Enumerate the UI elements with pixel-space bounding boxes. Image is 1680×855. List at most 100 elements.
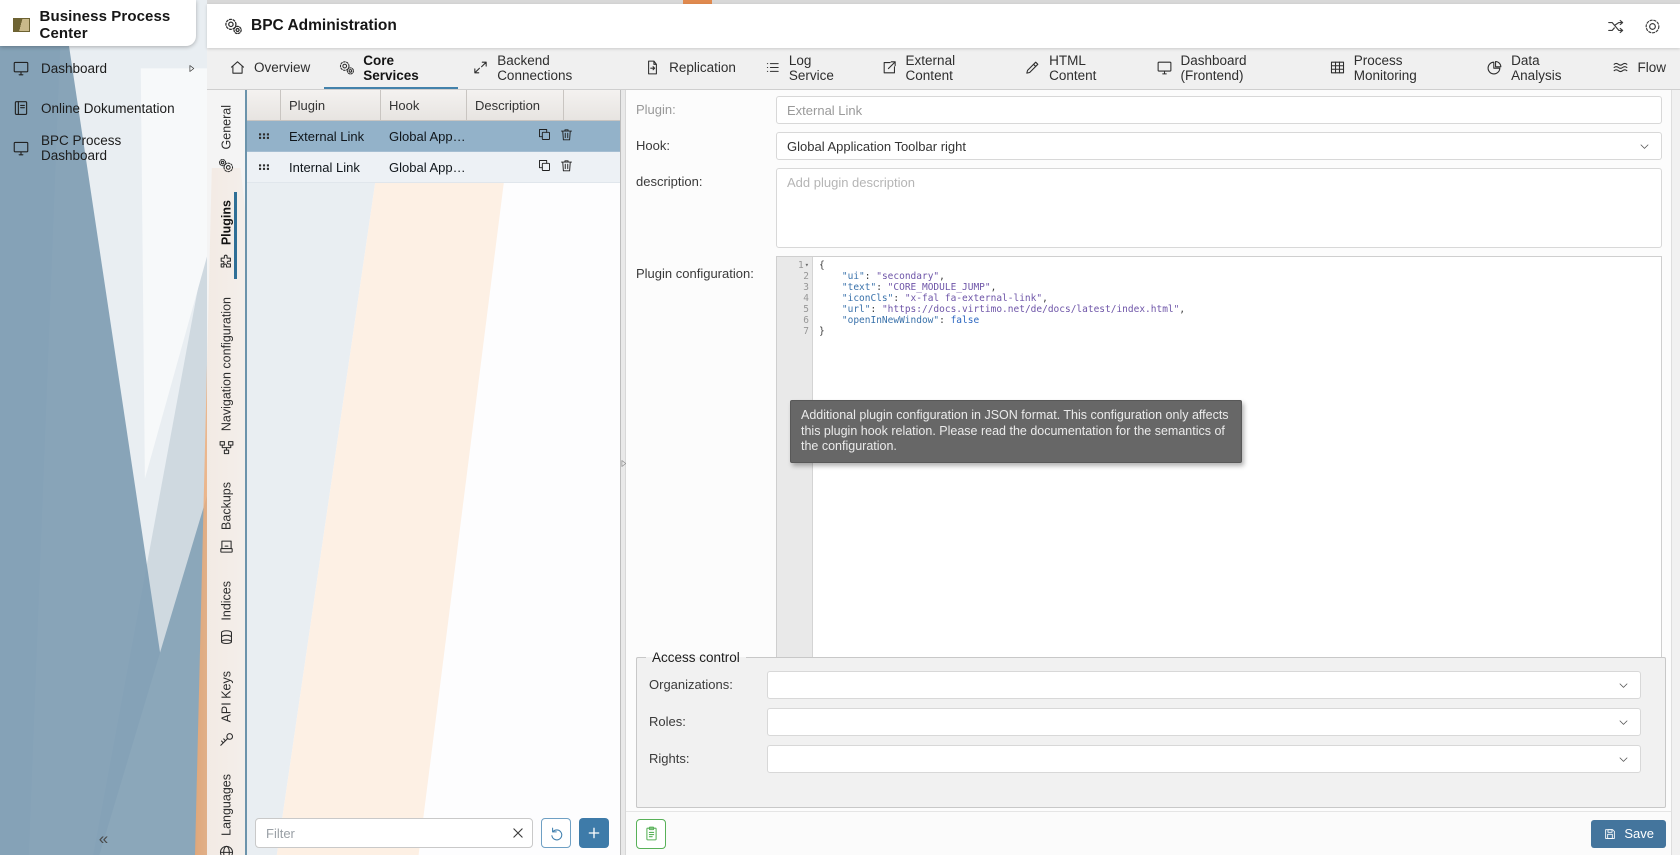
code-token: "ui"	[842, 271, 865, 282]
column-header-plugin[interactable]: Plugin	[281, 90, 381, 120]
chevron-down-icon	[1617, 753, 1630, 766]
sidebar: Business Process Center Dashboard Online …	[0, 0, 207, 855]
access-control-rows: Organizations:Roles:Rights:	[637, 671, 1665, 773]
column-header-handle[interactable]	[247, 90, 281, 120]
tab-backend-connections[interactable]: Backend Connections	[458, 48, 630, 89]
roles-select[interactable]	[767, 708, 1641, 736]
line-number: 4	[803, 293, 809, 304]
column-header-hook[interactable]: Hook	[381, 90, 467, 120]
table-row-external-link[interactable]: External LinkGlobal Appl…	[247, 121, 620, 152]
brand-logo	[13, 18, 30, 32]
tab-label: HTML Content	[1049, 53, 1127, 83]
tab-dashboard-frontend[interactable]: Dashboard (Frontend)	[1142, 48, 1315, 89]
sidebar-collapse-button[interactable]: «	[0, 829, 207, 849]
list-icon	[764, 59, 781, 76]
rights-select[interactable]	[767, 745, 1641, 773]
column-header-description[interactable]: Description	[467, 90, 564, 120]
copy-row-button[interactable]	[537, 127, 552, 145]
description-textarea[interactable]	[776, 168, 1662, 248]
tab-html-content[interactable]: HTML Content	[1010, 48, 1141, 89]
cogs-icon	[338, 59, 355, 76]
tab-label: Dashboard (Frontend)	[1181, 53, 1301, 83]
window-title-text: BPC Administration	[251, 17, 397, 35]
delete-row-button[interactable]	[559, 158, 574, 176]
plugins-table-panel: PluginHookDescription External LinkGloba…	[245, 90, 620, 855]
row-actions	[467, 158, 620, 176]
tab-label: Log Service	[789, 53, 853, 83]
tab-label: Backend Connections	[497, 53, 616, 83]
tab-log-service[interactable]: Log Service	[750, 48, 867, 89]
sidebar-item-online-dokumentation[interactable]: Online Dokumentation	[0, 88, 207, 128]
delete-row-button[interactable]	[559, 127, 574, 145]
side-tab-plugins[interactable]: Plugins	[218, 187, 235, 283]
code-token: "text"	[842, 282, 876, 293]
side-tab-indices[interactable]: Indices	[218, 568, 235, 659]
side-tab-backups[interactable]: Backups	[218, 469, 235, 568]
side-tab-strip: GeneralPluginsNavigation configurationBa…	[207, 90, 245, 855]
copy-icon	[537, 127, 552, 142]
tab-replication[interactable]: Replication	[630, 48, 750, 89]
config-field-label: Plugin configuration:	[636, 266, 754, 281]
side-tab-label: Languages	[219, 774, 233, 836]
plugin-name-field[interactable]	[776, 96, 1662, 124]
clear-filter-icon[interactable]	[509, 824, 527, 842]
save-button[interactable]: Save	[1591, 820, 1666, 848]
tab-external-content[interactable]: External Content	[867, 48, 1011, 89]
table-row-internal-link[interactable]: Internal LinkGlobal Appl…	[247, 152, 620, 183]
code-line: }	[819, 326, 1661, 337]
row-drag-handle[interactable]	[247, 159, 281, 175]
tab-core-services[interactable]: Core Services	[324, 48, 458, 89]
sidebar-item-dashboard[interactable]: Dashboard	[0, 48, 207, 88]
main-header: BPC Administration	[207, 4, 1680, 48]
description-field-label: description:	[636, 174, 702, 189]
tab-data-analysis[interactable]: Data Analysis	[1472, 48, 1598, 89]
copy-row-button[interactable]	[537, 158, 552, 176]
chevron-down-icon	[1617, 716, 1630, 729]
code-token: "secondary"	[876, 271, 939, 282]
code-token: "CORE_MODULE_JUMP"	[888, 282, 991, 293]
side-tab-general[interactable]: General	[218, 92, 235, 187]
code-token: :	[876, 282, 887, 293]
side-tab-languages[interactable]: Languages	[218, 761, 235, 855]
save-button-label: Save	[1624, 826, 1654, 841]
side-tab-api-keys[interactable]: API Keys	[218, 658, 235, 760]
code-line: {	[819, 260, 1661, 271]
plugin-field-label: Plugin:	[636, 102, 676, 117]
expand-icon	[472, 59, 489, 76]
vertical-scrollbar[interactable]	[1671, 90, 1680, 855]
refresh-button[interactable]	[541, 818, 571, 848]
access-control-legend: Access control	[646, 650, 746, 665]
pie-icon	[1486, 59, 1503, 76]
side-tab-inner: Indices	[218, 568, 235, 659]
globe-icon	[218, 844, 235, 855]
database-icon	[218, 628, 235, 645]
column-header-actions[interactable]	[564, 90, 620, 120]
add-plugin-button[interactable]	[579, 818, 609, 848]
fold-caret-icon[interactable]: ▾	[805, 260, 809, 271]
paste-config-button[interactable]	[636, 819, 666, 849]
tab-label: External Content	[906, 53, 997, 83]
side-tab-navigation-configuration[interactable]: Navigation configuration	[218, 284, 235, 469]
puzzle-icon	[218, 254, 235, 271]
sidebar-item-label: Dashboard	[41, 61, 107, 76]
chevron-down-icon	[1617, 679, 1630, 692]
sidebar-item-bpc-process-dashboard[interactable]: BPC Process Dashboard	[0, 128, 207, 168]
organizations-select[interactable]	[767, 671, 1641, 699]
app-root: Business Process Center Dashboard Online …	[0, 0, 1680, 855]
tab-process-monitoring[interactable]: Process Monitoring	[1315, 48, 1472, 89]
hook-select[interactable]: Global Application Toolbar right	[776, 132, 1662, 160]
tab-overview[interactable]: Overview	[215, 48, 324, 89]
shuffle-icon[interactable]	[1606, 17, 1625, 36]
tab-flow[interactable]: Flow	[1598, 48, 1680, 89]
save-icon	[1603, 827, 1617, 841]
brand-header: Business Process Center	[0, 0, 196, 46]
filter-input[interactable]	[255, 818, 533, 848]
row-drag-handle[interactable]	[247, 128, 281, 144]
code-token: :	[865, 271, 876, 282]
undo-icon	[548, 825, 565, 842]
gear-icon[interactable]	[1643, 17, 1662, 36]
hook-select-value: Global Application Toolbar right	[787, 139, 966, 154]
side-tab-inner: API Keys	[218, 658, 235, 760]
tab-label: Flow	[1637, 60, 1666, 75]
code-token	[819, 282, 842, 293]
